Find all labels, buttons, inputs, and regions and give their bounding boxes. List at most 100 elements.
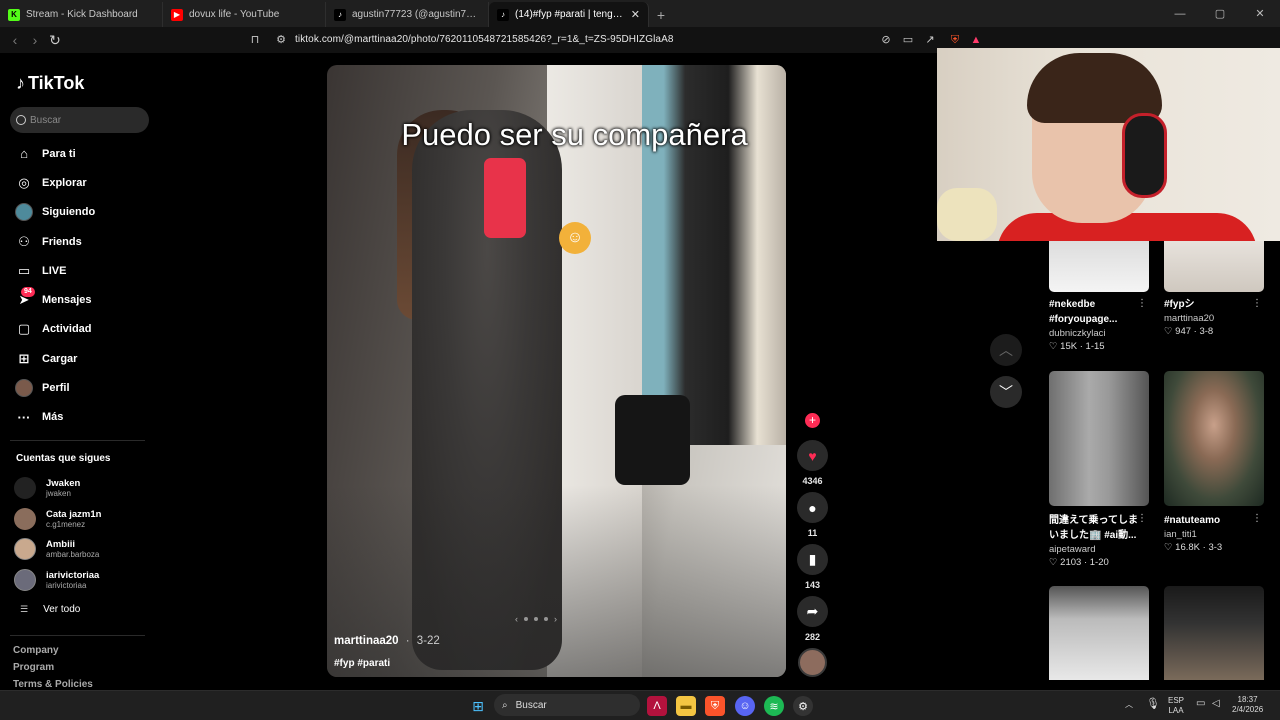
nav-para-ti[interactable]: ⌂ Para ti (0, 139, 160, 168)
nav-mas[interactable]: ··· Más (0, 403, 160, 432)
taskbar-search[interactable]: ⌕ Buscar (494, 694, 640, 716)
video-thumbnail[interactable] (1049, 371, 1149, 506)
site-settings-icon[interactable]: ⚙ (274, 33, 288, 47)
video-thumbnail[interactable] (1164, 371, 1264, 506)
nav-cargar[interactable]: ⊞ Cargar (0, 344, 160, 373)
tab-youtube[interactable]: ▶ dovux life - YouTube (163, 2, 326, 27)
comment-action[interactable]: ● 11 (797, 492, 828, 538)
reload-icon[interactable]: ↻ (45, 32, 65, 49)
recommendation-card[interactable]: #fypシ ⋮ marttinaa20 ♡ 947 · 3-8 (1164, 241, 1264, 337)
back-icon[interactable]: ‹ (5, 32, 25, 48)
chevron-down-icon: ﹀ (999, 384, 1013, 400)
footer-terms[interactable]: Terms & Policies (13, 679, 93, 690)
maximize-icon[interactable]: ▢ (1200, 0, 1240, 27)
microphone-icon[interactable]: 🎙 (1146, 699, 1160, 710)
follow-plus-button[interactable]: + (805, 413, 820, 428)
brave-browser-icon[interactable]: ⛨ (705, 696, 725, 716)
more-options-icon[interactable]: ⋮ (1252, 298, 1262, 309)
nav-live[interactable]: ▭ LIVE (0, 256, 160, 285)
windows-start-icon[interactable]: ⊞ (468, 696, 488, 716)
save-action[interactable]: ▮ 143 (797, 544, 828, 590)
tiktok-sidebar: ♪ TikTok Buscar ⌂ Para ti ◎ Explorar Sig… (0, 53, 160, 690)
forward-icon[interactable]: › (25, 32, 45, 48)
following-item[interactable]: iarivictoriaa iarivictoriaa (14, 565, 101, 596)
recommendation-card[interactable]: #nekedbe ⋮ #foryoupage... dubniczkylaci … (1049, 241, 1149, 352)
recommendation-card[interactable] (1164, 586, 1264, 680)
share-icon[interactable]: ↗ (923, 33, 937, 47)
comment-icon[interactable]: ● (797, 492, 828, 523)
heart-outline-icon: ♡ (1164, 326, 1173, 337)
window-controls: — ▢ ✕ (1160, 0, 1280, 27)
post-date: 3-22 (416, 635, 440, 647)
tracking-off-icon[interactable]: ⊘ (879, 33, 893, 47)
video-thumbnail[interactable] (1164, 586, 1264, 680)
music-disc-icon[interactable] (798, 648, 827, 677)
more-options-icon[interactable]: ⋮ (1137, 298, 1147, 309)
video-thumbnail[interactable] (1049, 586, 1149, 680)
video-thumbnail[interactable] (1049, 241, 1149, 292)
chevron-left-icon[interactable]: ‹ (515, 614, 518, 624)
cast-icon[interactable]: ▭ (901, 33, 915, 47)
webcam-overlay (937, 48, 1280, 241)
tiktok-logo[interactable]: ♪ TikTok (16, 73, 84, 94)
network-icon[interactable]: ▭ (1196, 699, 1205, 709)
see-all-link[interactable]: ☰ Ver todo (20, 604, 80, 615)
video-stats: ♡ 947 · 3-8 (1164, 326, 1214, 337)
app-icon[interactable]: Λ (647, 696, 667, 716)
discord-icon[interactable]: ☺ (735, 696, 755, 716)
steam-icon[interactable]: ⚙ (793, 696, 813, 716)
volume-icon[interactable]: ◁ (1212, 699, 1220, 709)
avatar (14, 538, 36, 561)
nav-perfil[interactable]: Perfil (0, 373, 160, 402)
tab-kick-dashboard[interactable]: K Stream - Kick Dashboard (0, 2, 163, 27)
following-item[interactable]: Ambiii ambar.barboza (14, 534, 101, 565)
recommendation-card[interactable]: 間違えて乗ってしま ⋮ いました🏢 #ai動... aipetaward ♡ 2… (1049, 371, 1149, 568)
comment-count: 11 (807, 528, 818, 538)
more-options-icon[interactable]: ⋮ (1137, 513, 1147, 524)
smiling-hearts-emoji-icon: ☺ (559, 222, 591, 254)
post-author[interactable]: marttinaa20 · 3-22 (334, 635, 440, 647)
footer-program[interactable]: Program (13, 662, 93, 673)
bookmark-icon[interactable]: ▮ (797, 544, 828, 575)
clock[interactable]: 18:37 2/4/2026 (1232, 695, 1263, 715)
share-arrow-icon[interactable]: ➦ (797, 596, 828, 627)
previous-post-button[interactable]: ︿ (990, 334, 1022, 366)
post-caption[interactable]: #fyp #parati (334, 658, 390, 669)
nav-mensajes[interactable]: ➤ 94 Mensajes (0, 285, 160, 314)
search-input[interactable]: Buscar (10, 107, 149, 133)
minimize-icon[interactable]: — (1160, 0, 1200, 27)
nav-actividad[interactable]: ▢ Actividad (0, 315, 160, 344)
spotify-icon[interactable]: ≋ (764, 696, 784, 716)
like-action[interactable]: ♥ 4346 (797, 440, 828, 486)
nav-siguiendo[interactable]: Siguiendo (0, 198, 160, 227)
bookmark-icon[interactable]: ⊓ (248, 33, 262, 47)
post-photo[interactable] (327, 65, 786, 677)
language-indicator[interactable]: ESP LAA (1168, 696, 1184, 716)
brave-rewards-icon[interactable]: ▲ (969, 33, 983, 47)
tray-chevron-up-icon[interactable]: ︿ (1125, 700, 1133, 710)
next-post-button[interactable]: ﹀ (990, 376, 1022, 408)
close-window-icon[interactable]: ✕ (1240, 0, 1280, 27)
footer-company[interactable]: Company (13, 645, 93, 656)
following-item[interactable]: Jwaken jwaken (14, 473, 101, 504)
recommendation-card[interactable]: #natuteamo ⋮ ian_titi1 ♡ 16.8K · 3-3 (1164, 371, 1264, 553)
following-item[interactable]: Cata jazm1n c.g1menez (14, 504, 101, 535)
share-action[interactable]: ➦ 282 (797, 596, 828, 642)
heart-icon[interactable]: ♥ (797, 440, 828, 471)
brave-shield-icon[interactable]: ⛨ (948, 33, 962, 47)
tab-tiktok-post[interactable]: ♪ (14)#fyp #parati | tengo novio | TikTo… (489, 2, 649, 27)
carousel-indicator[interactable]: ‹ › (515, 614, 557, 624)
file-explorer-icon[interactable]: ▬ (676, 696, 696, 716)
activity-icon: ▢ (17, 321, 31, 337)
more-options-icon[interactable]: ⋮ (1252, 513, 1262, 524)
video-thumbnail[interactable] (1164, 241, 1264, 292)
like-count: 4346 (802, 476, 823, 486)
chevron-right-icon[interactable]: › (554, 614, 557, 624)
recommendation-card[interactable] (1049, 586, 1149, 680)
nav-explorar[interactable]: ◎ Explorar (0, 168, 160, 197)
close-tab-icon[interactable]: ✕ (631, 8, 640, 21)
new-tab-button[interactable]: + (649, 2, 673, 27)
tab-tiktok-profile[interactable]: ♪ agustin77723 (@agustin77723) | TikTok (326, 2, 489, 27)
url-field[interactable]: tiktok.com/@marttinaa20/photo/7620110548… (295, 34, 674, 45)
nav-friends[interactable]: ⚇ Friends (0, 227, 160, 256)
